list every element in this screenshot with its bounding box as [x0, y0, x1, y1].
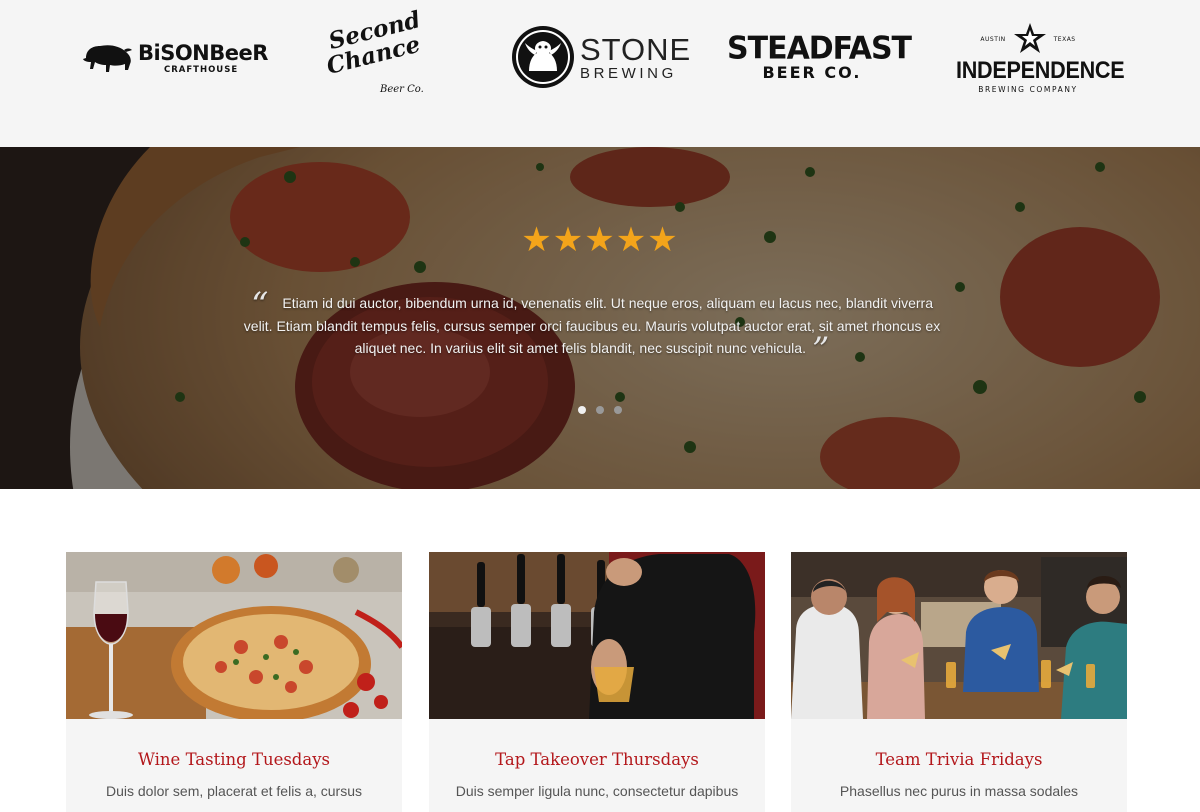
- independence-brewing-logo[interactable]: AUSTIN TEXAS INDEPENDENCE BREWING COMPAN…: [948, 20, 1125, 94]
- independence-emblem: AUSTIN TEXAS: [948, 20, 1108, 58]
- event-description: Duis dolor sem, placerat et felis a, cur…: [106, 783, 362, 799]
- event-description: Duis semper ligula nunc, consectetur dap…: [455, 783, 739, 799]
- steadfast-beer-logo[interactable]: STEADFAST BEER CO.: [727, 30, 912, 82]
- stone-line2: BREWING: [580, 64, 677, 82]
- event-card-tap-takeover[interactable]: Tap Takeover Thursdays Duis semper ligul…: [429, 552, 765, 812]
- bison-line1: BiSONBeeR: [138, 41, 268, 66]
- event-title[interactable]: Wine Tasting Tuesdays: [66, 750, 402, 769]
- testimonial-quote: “Etiam id dui auctor, bibendum urna id, …: [237, 288, 947, 367]
- stone-line1: STONE: [580, 31, 692, 67]
- bison-icon: [83, 45, 132, 72]
- close-quote-icon: ”: [811, 330, 830, 370]
- rating-stars: ★★★★★: [521, 220, 679, 260]
- event-title[interactable]: Tap Takeover Thursdays: [429, 750, 765, 769]
- star-icon: [1013, 23, 1046, 53]
- friends-dining-photo: [791, 552, 1127, 719]
- independence-left-small: AUSTIN: [980, 35, 1006, 43]
- testimonial-text: Etiam id dui auctor, bibendum urna id, v…: [243, 295, 941, 356]
- independence-line1: INDEPENDENCE: [956, 57, 1125, 84]
- slider-pagination: [0, 406, 1200, 414]
- partner-logos-strip: BiSONBeeR CRAFTHOUSE Second Chance Beer …: [0, 0, 1200, 147]
- bison-beer-logo[interactable]: BiSONBeeR CRAFTHOUSE: [80, 38, 268, 80]
- independence-line2: BREWING COMPANY: [978, 85, 1078, 94]
- independence-right-small: TEXAS: [1053, 35, 1076, 43]
- gargoyle-icon: [512, 26, 574, 88]
- event-title[interactable]: Team Trivia Fridays: [791, 750, 1127, 769]
- slider-dot-2[interactable]: [596, 406, 604, 414]
- slider-dot-3[interactable]: [614, 406, 622, 414]
- bartender-tap-photo: [429, 552, 765, 719]
- slider-dot-1[interactable]: [578, 406, 586, 414]
- testimonial-slider: ★★★★★ “Etiam id dui auctor, bibendum urn…: [0, 147, 1200, 489]
- bison-line2: CRAFTHOUSE: [164, 65, 239, 76]
- event-card-wine[interactable]: Wine Tasting Tuesdays Duis dolor sem, pl…: [66, 552, 402, 812]
- event-card-trivia[interactable]: Team Trivia Fridays Phasellus nec purus …: [791, 552, 1127, 812]
- steadfast-line1: STEADFAST: [727, 30, 912, 67]
- second-chance-logo[interactable]: Second Chance Beer Co.: [324, 6, 438, 98]
- stone-brewing-logo[interactable]: STONE BREWING: [511, 24, 691, 90]
- event-description: Phasellus nec purus in massa sodales: [839, 783, 1079, 799]
- second-chance-line3: Beer Co.: [380, 84, 424, 95]
- wine-pizza-photo: [66, 552, 402, 719]
